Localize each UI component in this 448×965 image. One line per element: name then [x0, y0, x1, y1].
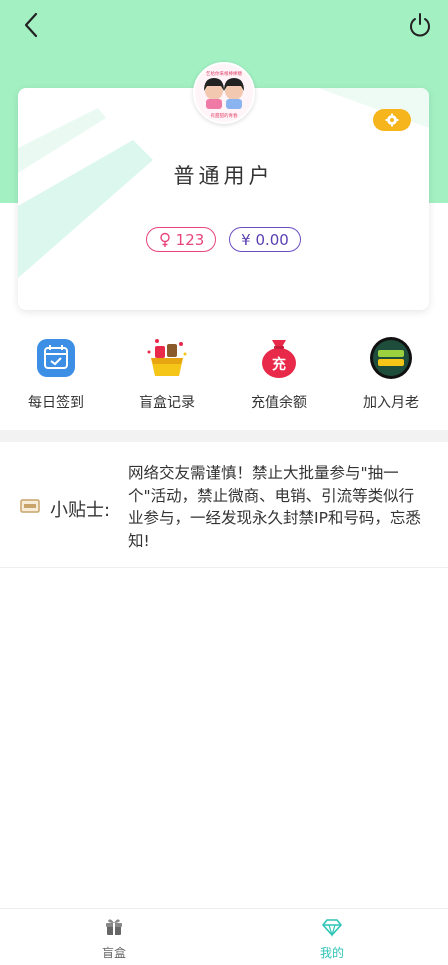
- menu-item-blindbox-records[interactable]: 盲盒记录: [112, 336, 222, 412]
- tips-section: 小贴士: 网络交友需谨慎！禁止大批量参与"抽一个"活动，禁止微商、电销、引流等类…: [0, 442, 448, 568]
- avatar[interactable]: 乞给你来根棒棒糖 有甜甜的青春: [193, 62, 255, 124]
- avatar-caption-bottom: 有甜甜的青春: [211, 112, 238, 119]
- tips-text: 网络交友需谨慎！禁止大批量参与"抽一个"活动，禁止微商、电销、引流等类似行业参与…: [128, 464, 421, 550]
- balance-badge: ¥ 0.00: [229, 227, 301, 252]
- section-divider: [0, 430, 448, 442]
- gender-value: 123: [175, 230, 205, 249]
- gender-badge: 123: [146, 227, 216, 252]
- tips-title: 小贴士:: [50, 500, 111, 521]
- menu-label: 加入月老: [363, 395, 419, 411]
- avatar-image: 乞给你来根棒棒糖 有甜甜的青春: [195, 64, 253, 122]
- back-button[interactable]: [18, 10, 46, 40]
- menu-item-recharge[interactable]: 充 充值余额: [224, 336, 334, 412]
- calendar-check-icon: [37, 339, 75, 377]
- menu-label: 盲盒记录: [139, 395, 195, 411]
- tab-mine[interactable]: 我的: [292, 917, 372, 961]
- menu-item-join-matchmaker[interactable]: 加入月老: [336, 336, 446, 412]
- svg-text:充: 充: [272, 356, 286, 373]
- matchmaker-badge-icon: [370, 337, 412, 379]
- gear-icon: [385, 113, 399, 127]
- gift-box-icon: [147, 339, 187, 376]
- gift-icon: [106, 919, 122, 935]
- menu-label: 充值余额: [251, 395, 307, 411]
- logout-button[interactable]: [406, 10, 434, 40]
- menu-label: 每日签到: [28, 395, 84, 411]
- chevron-left-icon: [24, 12, 38, 38]
- menu-item-daily-checkin[interactable]: 每日签到: [1, 336, 111, 412]
- envelope-icon: [20, 499, 40, 513]
- tab-blindbox[interactable]: 盲盒: [74, 917, 154, 961]
- bottom-tab-bar: 盲盒 我的: [0, 908, 448, 965]
- avatar-caption-top: 乞给你来根棒棒糖: [206, 70, 242, 77]
- diamond-icon: [322, 919, 342, 938]
- settings-button[interactable]: [373, 109, 411, 131]
- tab-label: 盲盒: [101, 946, 126, 960]
- balance-value: ¥ 0.00: [241, 230, 289, 249]
- username: 普通用户: [173, 164, 274, 188]
- female-icon: [159, 232, 170, 247]
- tab-label: 我的: [319, 946, 344, 960]
- power-icon: [410, 13, 430, 37]
- money-bag-icon: 充: [262, 340, 296, 378]
